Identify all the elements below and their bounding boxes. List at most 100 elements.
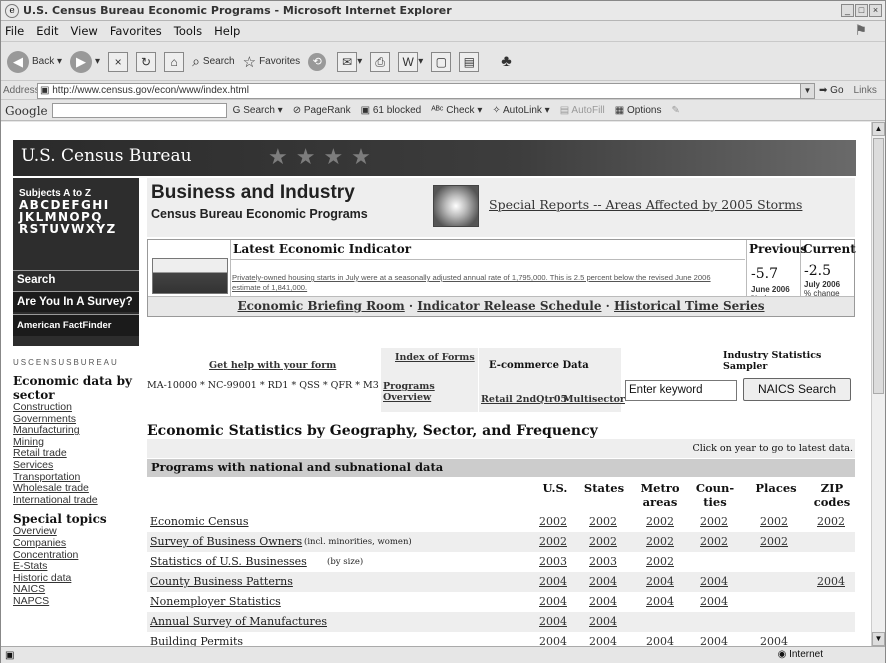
current-value: -2.5 <box>804 263 831 279</box>
topic-link[interactable]: Companies <box>13 537 141 550</box>
close-button[interactable]: × <box>869 4 882 17</box>
topic-link[interactable]: NAPCS <box>13 595 141 608</box>
form-list: MA-10000 * NC-99001 * RD1 * QSS * QFR * … <box>147 380 379 391</box>
menu-favorites[interactable]: Favorites <box>110 24 162 38</box>
window-title: U.S. Census Bureau Economic Programs - M… <box>23 4 452 17</box>
hurricane-image[interactable] <box>433 185 479 227</box>
mail-button[interactable]: ✉ ▾ <box>337 51 362 72</box>
survey-link[interactable]: Are You In A Survey? <box>13 291 139 312</box>
links-button[interactable]: Links <box>854 85 877 96</box>
search-link[interactable]: Search <box>13 270 139 289</box>
menu-file[interactable]: File <box>5 24 24 38</box>
program-link[interactable]: Nonemployer Statistics <box>150 595 281 608</box>
home-button[interactable]: ⌂ <box>164 51 185 72</box>
favorites-button[interactable]: ☆ Favorites <box>243 53 301 71</box>
housing-starts-thumbnail[interactable] <box>152 258 228 294</box>
factfinder-link[interactable]: American FactFinder <box>13 314 139 336</box>
programs-overview-link[interactable]: Programs Overview <box>383 381 478 403</box>
subjects-a-to-z[interactable]: Subjects A to Z ABCDEFGHI JKLMNOPQ RSTUV… <box>13 178 139 235</box>
scroll-down-icon[interactable]: ▼ <box>872 632 885 646</box>
scroll-thumb[interactable] <box>873 138 884 394</box>
program-link[interactable]: County Business Patterns <box>150 575 293 588</box>
messenger-button[interactable]: ♣ <box>501 53 512 71</box>
table-row: Survey of Business Owners (incl. minorit… <box>147 532 855 552</box>
sector-link[interactable]: Wholesale trade <box>13 483 141 495</box>
address-bar: Address ▣ http://www.census.gov/econ/www… <box>1 82 885 100</box>
index-of-forms-link[interactable]: Index of Forms <box>395 352 475 363</box>
retail-link[interactable]: Retail 2ndQtr05 <box>481 394 567 405</box>
sector-link[interactable]: International trade <box>13 494 141 507</box>
word-icon: W <box>398 51 419 72</box>
history-button[interactable]: ⟲ <box>308 52 329 71</box>
back-arrow-icon: ◀ <box>7 50 29 73</box>
col-metro: Metro areas <box>640 481 680 509</box>
go-button[interactable]: ➡ Go <box>819 85 844 96</box>
google-search-button[interactable]: G Search ▾ <box>233 105 283 116</box>
options-button[interactable]: ▦ Options <box>615 105 662 116</box>
click-year-note: Click on year to go to latest data. <box>147 439 855 458</box>
google-search-input[interactable] <box>51 103 227 118</box>
vertical-scrollbar[interactable]: ▲ ▼ <box>871 122 885 646</box>
google-logo[interactable]: Google <box>5 104 48 118</box>
stop-button[interactable]: × <box>108 51 129 72</box>
autofill-button[interactable]: ▤ AutoFill <box>560 105 605 116</box>
sector-link[interactable]: Services <box>13 459 141 472</box>
programs-heading: Programs with national and subnational d… <box>147 459 855 477</box>
search-button[interactable]: ⌕ Search <box>192 53 235 70</box>
table-row: Statistics of U.S. Businesses (by size) … <box>150 555 674 568</box>
program-note: (by size) <box>327 557 364 567</box>
star-icon: ☆ <box>242 53 257 71</box>
back-button[interactable]: ◀ Back ▾ <box>7 50 62 73</box>
popup-blocker[interactable]: ▣ 61 blocked <box>361 105 422 116</box>
economic-indicator-box: Latest Economic Indicator Privately-owne… <box>147 239 856 317</box>
minimize-button[interactable]: _ <box>841 4 854 17</box>
indicator-text[interactable]: Privately-owned housing starts in July w… <box>232 273 732 293</box>
program-link[interactable]: Survey of Business Owners <box>150 535 302 548</box>
stars-decoration: ★★★★ <box>268 144 379 169</box>
address-dropdown-icon[interactable]: ▼ <box>800 83 814 98</box>
messenger-icon: ♣ <box>501 52 512 70</box>
form-help-link[interactable]: Get help with your form <box>209 360 336 371</box>
table-row: Nonemployer Statistics 2004 2004 2004 20… <box>150 595 728 608</box>
release-schedule-link[interactable]: Indicator Release Schedule <box>417 299 601 313</box>
page-subtitle: Census Bureau Economic Programs <box>151 207 368 221</box>
previous-value: -5.7 <box>751 266 778 282</box>
edit-button[interactable]: W ▾ <box>398 51 423 72</box>
search-icon: ⌕ <box>192 53 200 69</box>
col-states: States <box>583 481 625 495</box>
pagerank-indicator[interactable]: ⊘ PageRank <box>293 105 351 116</box>
menu-help[interactable]: Help <box>214 24 240 38</box>
topic-link[interactable]: E-Stats <box>13 561 141 573</box>
windows-flag-icon: ⚑ <box>854 23 867 39</box>
table-column-headers: U.S. States Metro areas Coun- ties Place… <box>147 478 855 510</box>
scroll-up-icon[interactable]: ▲ <box>872 122 885 136</box>
address-input[interactable]: ▣ http://www.census.gov/econ/www/index.h… <box>37 82 815 99</box>
program-link[interactable]: Economic Census <box>150 515 249 528</box>
menu-view[interactable]: View <box>71 24 98 38</box>
multisector-link[interactable]: Multisector <box>563 394 625 405</box>
left-links: Economic data by sector Construction Gov… <box>13 374 141 608</box>
special-reports-link[interactable]: Special Reports -- Areas Affected by 200… <box>489 197 802 212</box>
forward-button[interactable]: ▶ ▾ <box>70 50 100 73</box>
maximize-button[interactable]: □ <box>855 4 868 17</box>
spell-check-button[interactable]: ᴬᴮᶜ Check ▾ <box>431 105 482 116</box>
historical-series-link[interactable]: Historical Time Series <box>614 299 764 313</box>
menu-edit[interactable]: Edit <box>36 24 58 38</box>
naics-search-button[interactable]: NAICS Search <box>743 378 851 401</box>
discuss-icon: ▢ <box>431 51 452 72</box>
program-link[interactable]: Statistics of U.S. Businesses <box>150 555 307 568</box>
print-button[interactable]: ⎙ <box>370 51 391 72</box>
left-nav-box: Subjects A to Z ABCDEFGHI JKLMNOPQ RSTUV… <box>13 178 139 346</box>
menu-tools[interactable]: Tools <box>174 24 202 38</box>
stats-heading: Economic Statistics by Geography, Sector… <box>147 423 598 439</box>
pencil-icon[interactable]: ✎ <box>671 105 679 116</box>
site-name[interactable]: U.S. Census Bureau <box>21 146 192 166</box>
discuss-button[interactable]: ▢ <box>431 51 452 72</box>
research-button[interactable]: ▤ <box>459 51 480 72</box>
autolink-button[interactable]: ✧ AutoLink ▾ <box>492 105 549 116</box>
program-link[interactable]: Annual Survey of Manufactures <box>150 615 327 628</box>
sector-link[interactable]: Construction <box>13 401 141 414</box>
keyword-input[interactable]: Enter keyword <box>625 380 737 401</box>
refresh-button[interactable]: ↻ <box>136 51 157 72</box>
briefing-room-link[interactable]: Economic Briefing Room <box>237 299 404 313</box>
